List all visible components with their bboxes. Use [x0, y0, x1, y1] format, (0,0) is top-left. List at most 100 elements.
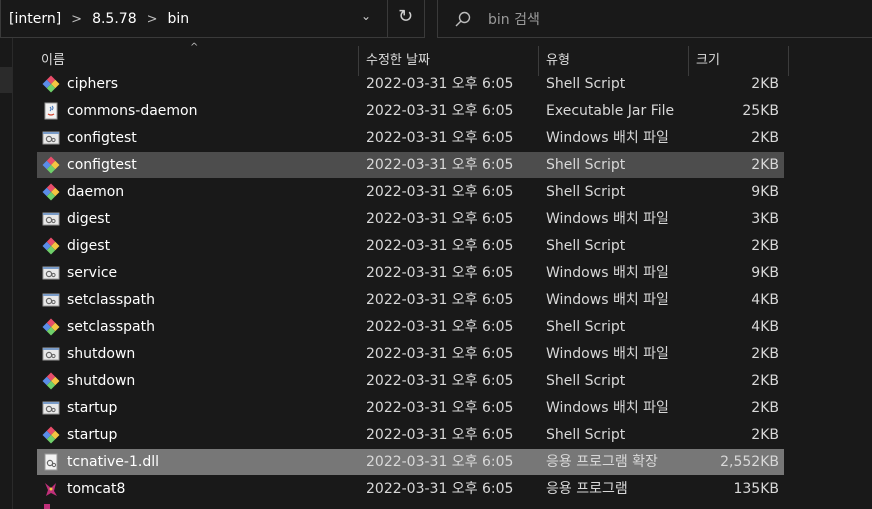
- file-date: 2022-03-31 오후 6:05: [366, 427, 514, 443]
- file-date: 2022-03-31 오후 6:05: [366, 400, 514, 416]
- file-date: 2022-03-31 오후 6:05: [366, 157, 514, 173]
- file-size: 2KB: [751, 427, 779, 443]
- file-name: setclasspath: [67, 319, 155, 335]
- file-row[interactable]: shutdown 2022-03-31 오후 6:05 Windows 배치 파일 2…: [37, 341, 784, 367]
- file-date: 2022-03-31 오후 6:05: [366, 76, 514, 92]
- shell-script-icon: [42, 237, 60, 255]
- file-type: 응용 프로그램 확장: [546, 454, 658, 470]
- breadcrumb-bin[interactable]: bin: [168, 11, 190, 27]
- file-type: Windows 배치 파일: [546, 346, 669, 362]
- file-size: 25KB: [742, 103, 779, 119]
- chevron-down-icon[interactable]: ⌄: [361, 9, 371, 23]
- file-size: 2KB: [751, 346, 779, 362]
- file-name: configtest: [67, 157, 137, 173]
- sort-ascending-icon: ^: [190, 42, 199, 53]
- jar-file-icon: [42, 102, 60, 120]
- address-bar[interactable]: [intern] > 8.5.78 > bin ⌄ ↻: [0, 0, 425, 38]
- file-row[interactable]: digest 2022-03-31 오후 6:05 Windows 배치 파일 3KB: [37, 206, 784, 232]
- file-date: 2022-03-31 오후 6:05: [366, 130, 514, 146]
- tomcat-app-icon: [42, 480, 60, 498]
- file-type: 응용 프로그램: [546, 481, 628, 497]
- file-date: 2022-03-31 오후 6:05: [366, 292, 514, 308]
- column-separator[interactable]: [788, 46, 789, 76]
- batch-file-icon: [42, 345, 60, 363]
- file-row[interactable]: ciphers 2022-03-31 오후 6:05 Shell Script 2KB: [37, 71, 784, 97]
- file-row[interactable]: startup 2022-03-31 오후 6:05 Windows 배치 파일 2K…: [37, 395, 784, 421]
- file-size: 9KB: [751, 184, 779, 200]
- file-type: Windows 배치 파일: [546, 265, 669, 281]
- file-name: setclasspath: [67, 292, 155, 308]
- refresh-icon[interactable]: ↻: [398, 6, 413, 27]
- address-divider: [387, 0, 388, 38]
- file-type: Shell Script: [546, 427, 626, 443]
- file-row[interactable]: daemon 2022-03-31 오후 6:05 Shell Script 9KB: [37, 179, 784, 205]
- file-size: 2KB: [751, 76, 779, 92]
- file-date: 2022-03-31 오후 6:05: [366, 238, 514, 254]
- file-row[interactable]: configtest 2022-03-31 오후 6:05 Shell Script…: [37, 152, 784, 178]
- nav-pane-divider: [12, 38, 13, 509]
- file-type: Windows 배치 파일: [546, 130, 669, 146]
- batch-file-icon: [42, 210, 60, 228]
- file-size: 2KB: [751, 130, 779, 146]
- batch-file-icon: [42, 264, 60, 282]
- file-size: 2KB: [751, 238, 779, 254]
- file-row[interactable]: service 2022-03-31 오후 6:05 Windows 배치 파일 9K…: [37, 260, 784, 286]
- file-name: startup: [67, 427, 118, 443]
- chevron-right-icon[interactable]: >: [147, 12, 158, 27]
- batch-file-icon: [42, 129, 60, 147]
- file-date: 2022-03-31 오후 6:05: [366, 454, 514, 470]
- file-size: 4KB: [751, 319, 779, 335]
- file-row[interactable]: setclasspath 2022-03-31 오후 6:05 Shell Scri…: [37, 314, 784, 340]
- search-icon: [455, 11, 471, 27]
- file-name: tomcat8: [67, 481, 126, 497]
- file-type: Windows 배치 파일: [546, 292, 669, 308]
- file-date: 2022-03-31 오후 6:05: [366, 265, 514, 281]
- dll-file-icon: [42, 453, 60, 471]
- search-placeholder[interactable]: bin 검색: [488, 9, 540, 29]
- file-name: daemon: [67, 184, 125, 200]
- file-name: service: [67, 265, 118, 281]
- search-box[interactable]: bin 검색: [437, 0, 872, 38]
- file-row[interactable]: commons-daemon 2022-03-31 오후 6:05 Executab…: [37, 98, 784, 124]
- file-date: 2022-03-31 오후 6:05: [366, 211, 514, 227]
- batch-file-icon: [42, 291, 60, 309]
- file-name: shutdown: [67, 346, 136, 362]
- file-name: digest: [67, 211, 111, 227]
- file-name: tcnative-1.dll: [67, 454, 159, 470]
- file-type: Shell Script: [546, 373, 626, 389]
- file-row[interactable]: shutdown 2022-03-31 오후 6:05 Shell Script 2K…: [37, 368, 784, 394]
- file-row[interactable]: tcnative-1.dll 2022-03-31 오후 6:05 응용 프로그램 …: [37, 449, 784, 475]
- shell-script-icon: [42, 156, 60, 174]
- file-row[interactable]: tomcat8 2022-03-31 오후 6:05 응용 프로그램 135KB: [37, 476, 784, 502]
- file-name: ciphers: [67, 76, 119, 92]
- file-date: 2022-03-31 오후 6:05: [366, 346, 514, 362]
- file-date: 2022-03-31 오후 6:05: [366, 319, 514, 335]
- file-row[interactable]: startup 2022-03-31 오후 6:05 Shell Script 2KB: [37, 422, 784, 448]
- shell-script-icon: [42, 318, 60, 336]
- file-size: 9KB: [751, 265, 779, 281]
- file-size: 2,552KB: [720, 454, 779, 470]
- file-date: 2022-03-31 오후 6:05: [366, 184, 514, 200]
- file-name: configtest: [67, 130, 137, 146]
- file-type: Windows 배치 파일: [546, 400, 669, 416]
- breadcrumb-version[interactable]: 8.5.78: [92, 11, 137, 27]
- file-type: Windows 배치 파일: [546, 211, 669, 227]
- file-size: 2KB: [751, 400, 779, 416]
- shell-script-icon: [42, 75, 60, 93]
- partial-row-icon: [44, 504, 50, 509]
- breadcrumb-intern[interactable]: [intern]: [9, 11, 61, 27]
- file-size: 135KB: [733, 481, 779, 497]
- file-row[interactable]: configtest 2022-03-31 오후 6:05 Windows 배치 파…: [37, 125, 784, 151]
- chevron-right-icon[interactable]: >: [71, 12, 82, 27]
- file-type: Shell Script: [546, 184, 626, 200]
- breadcrumb: [intern] > 8.5.78 > bin: [9, 9, 189, 29]
- file-size: 3KB: [751, 211, 779, 227]
- file-type: Executable Jar File: [546, 103, 675, 119]
- file-row[interactable]: digest 2022-03-31 오후 6:05 Shell Script 2KB: [37, 233, 784, 259]
- file-type: Shell Script: [546, 157, 626, 173]
- file-name: commons-daemon: [67, 103, 198, 119]
- file-row[interactable]: setclasspath 2022-03-31 오후 6:05 Windows 배치…: [37, 287, 784, 313]
- file-type: Shell Script: [546, 319, 626, 335]
- file-date: 2022-03-31 오후 6:05: [366, 373, 514, 389]
- file-size: 4KB: [751, 292, 779, 308]
